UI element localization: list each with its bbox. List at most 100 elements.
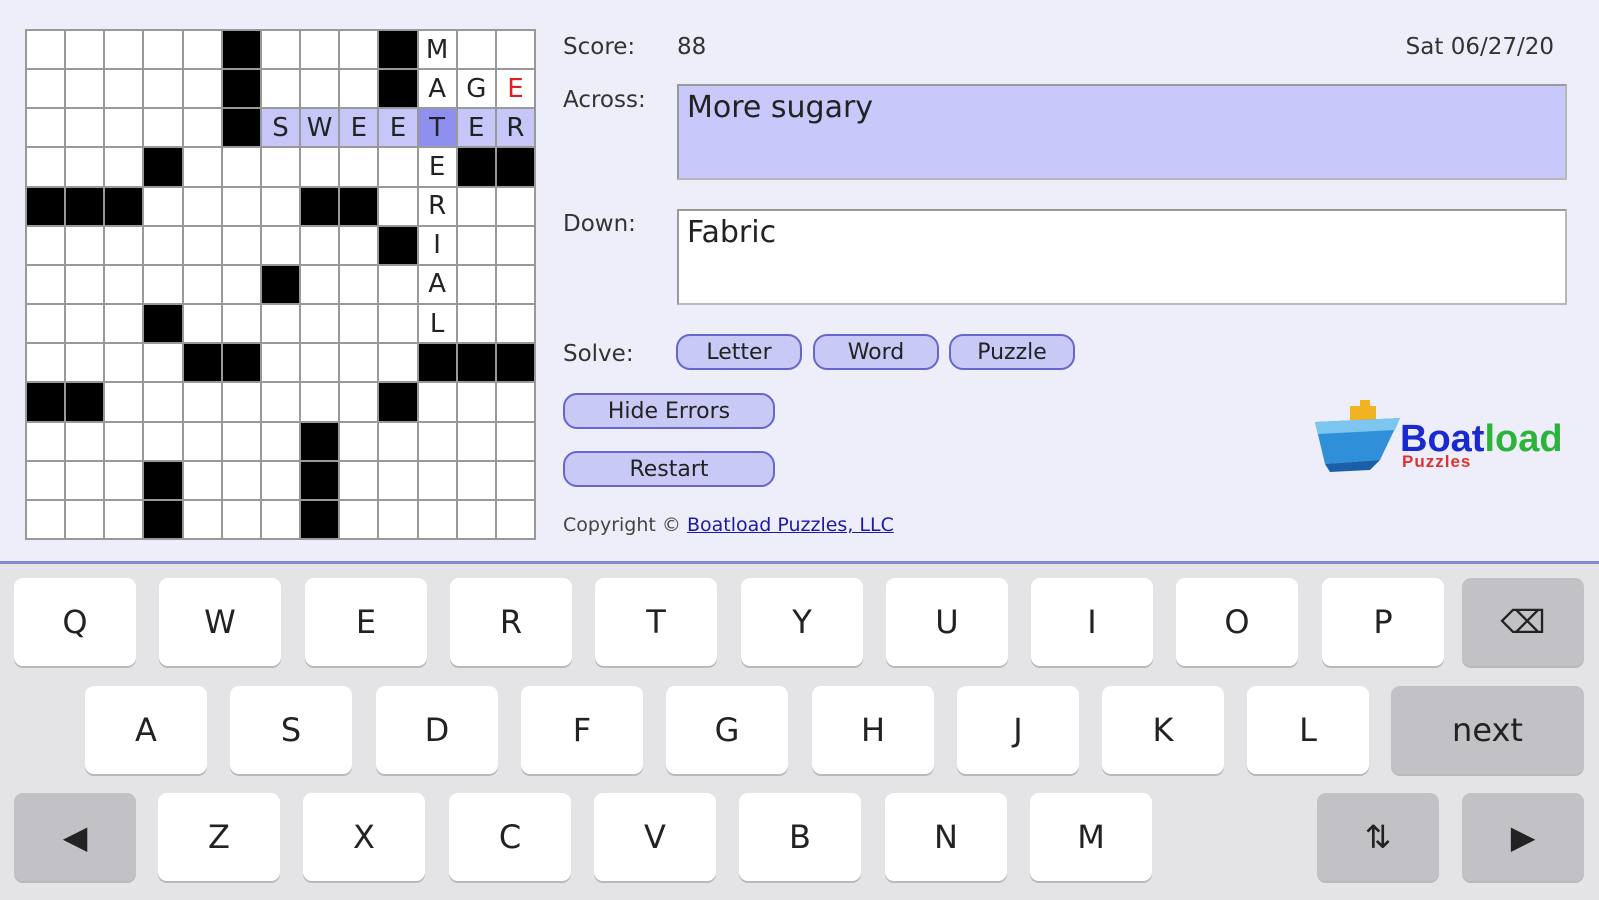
grid-cell[interactable] [183, 265, 221, 304]
grid-cell[interactable] [222, 383, 260, 421]
grid-cell[interactable] [457, 187, 495, 225]
grid-cell[interactable] [496, 383, 534, 421]
key-t[interactable]: T [595, 578, 717, 666]
grid-cell[interactable] [222, 461, 260, 499]
grid-cell[interactable] [301, 383, 339, 421]
grid-cell[interactable] [222, 226, 260, 264]
grid-cell[interactable] [379, 148, 417, 186]
grid-cell[interactable] [261, 500, 300, 538]
grid-cell[interactable] [27, 461, 65, 499]
grid-cell[interactable] [144, 383, 182, 421]
grid-cell[interactable] [27, 31, 65, 69]
grid-cell[interactable] [66, 344, 104, 382]
grid-cell[interactable] [27, 226, 65, 264]
grid-cell[interactable] [105, 265, 143, 304]
grid-cell[interactable] [261, 226, 300, 264]
grid-cell[interactable] [144, 109, 182, 147]
key-g[interactable]: G [666, 686, 788, 774]
key-s[interactable]: S [230, 686, 352, 774]
grid-cell[interactable] [183, 383, 221, 421]
grid-cell[interactable] [261, 461, 300, 499]
key-k[interactable]: K [1102, 686, 1224, 774]
grid-cell[interactable] [457, 500, 495, 538]
grid-cell[interactable] [340, 383, 378, 421]
grid-cell[interactable] [457, 383, 495, 421]
grid-cell[interactable] [105, 109, 143, 147]
key-w[interactable]: W [159, 578, 281, 666]
key-u[interactable]: U [886, 578, 1008, 666]
grid-cell[interactable] [340, 148, 378, 186]
key-y[interactable]: Y [741, 578, 863, 666]
grid-cell[interactable] [340, 31, 378, 69]
grid-cell[interactable] [27, 148, 65, 186]
grid-cell[interactable] [105, 344, 143, 382]
grid-cell[interactable] [222, 305, 260, 343]
grid-cell[interactable] [66, 70, 104, 108]
grid-cell[interactable] [379, 265, 417, 304]
grid-cell[interactable]: E [340, 109, 378, 147]
grid-cell[interactable] [379, 305, 417, 343]
key-x[interactable]: X [303, 793, 425, 881]
grid-cell[interactable] [496, 422, 534, 460]
key-e[interactable]: E [305, 578, 427, 666]
key-o[interactable]: O [1176, 578, 1298, 666]
grid-cell[interactable] [496, 265, 534, 304]
grid-cell[interactable] [379, 187, 417, 225]
key-r[interactable]: R [450, 578, 572, 666]
grid-cell[interactable] [105, 461, 143, 499]
grid-cell[interactable] [222, 500, 260, 538]
down-clue-box[interactable]: Fabric [677, 209, 1567, 305]
grid-cell[interactable]: T [418, 109, 456, 147]
grid-cell[interactable] [144, 187, 182, 225]
grid-cell[interactable] [418, 461, 456, 499]
grid-cell[interactable]: A [418, 265, 456, 304]
grid-cell[interactable] [301, 226, 339, 264]
grid-cell[interactable]: R [496, 109, 534, 147]
grid-cell[interactable] [183, 109, 221, 147]
grid-cell[interactable] [496, 305, 534, 343]
key-c[interactable]: C [449, 793, 571, 881]
grid-cell[interactable] [183, 305, 221, 343]
grid-cell[interactable] [340, 422, 378, 460]
key-h[interactable]: H [812, 686, 934, 774]
grid-cell[interactable] [183, 31, 221, 69]
grid-cell[interactable] [66, 226, 104, 264]
grid-cell[interactable] [340, 70, 378, 108]
next-key[interactable]: next [1391, 686, 1584, 774]
key-d[interactable]: D [376, 686, 498, 774]
grid-cell[interactable] [27, 109, 65, 147]
grid-cell[interactable] [105, 383, 143, 421]
key-a[interactable]: A [85, 686, 207, 774]
grid-cell[interactable]: L [418, 305, 456, 343]
grid-cell[interactable] [66, 109, 104, 147]
grid-cell[interactable] [418, 500, 456, 538]
grid-cell[interactable] [340, 226, 378, 264]
grid-cell[interactable] [222, 187, 260, 225]
grid-cell[interactable] [105, 31, 143, 69]
grid-cell[interactable] [66, 148, 104, 186]
grid-cell[interactable] [66, 31, 104, 69]
key-j[interactable]: J [957, 686, 1079, 774]
grid-cell[interactable] [261, 422, 300, 460]
key-z[interactable]: Z [158, 793, 280, 881]
grid-cell[interactable] [183, 187, 221, 225]
grid-cell[interactable] [222, 265, 260, 304]
next-arrow-key[interactable]: ▶ [1462, 793, 1584, 881]
crossword-grid[interactable]: MAGESWEETERERIAL [25, 29, 536, 540]
key-b[interactable]: B [739, 793, 861, 881]
grid-cell[interactable] [457, 226, 495, 264]
grid-cell[interactable] [144, 265, 182, 304]
grid-cell[interactable] [222, 148, 260, 186]
grid-cell[interactable] [457, 422, 495, 460]
key-p[interactable]: P [1322, 578, 1444, 666]
grid-cell[interactable] [496, 500, 534, 538]
grid-cell[interactable] [340, 461, 378, 499]
grid-cell[interactable] [379, 344, 417, 382]
grid-cell[interactable] [144, 70, 182, 108]
key-n[interactable]: N [885, 793, 1007, 881]
grid-cell[interactable] [183, 422, 221, 460]
grid-cell[interactable] [379, 500, 417, 538]
grid-cell[interactable] [105, 226, 143, 264]
grid-cell[interactable]: E [496, 70, 534, 108]
grid-cell[interactable] [301, 31, 339, 69]
